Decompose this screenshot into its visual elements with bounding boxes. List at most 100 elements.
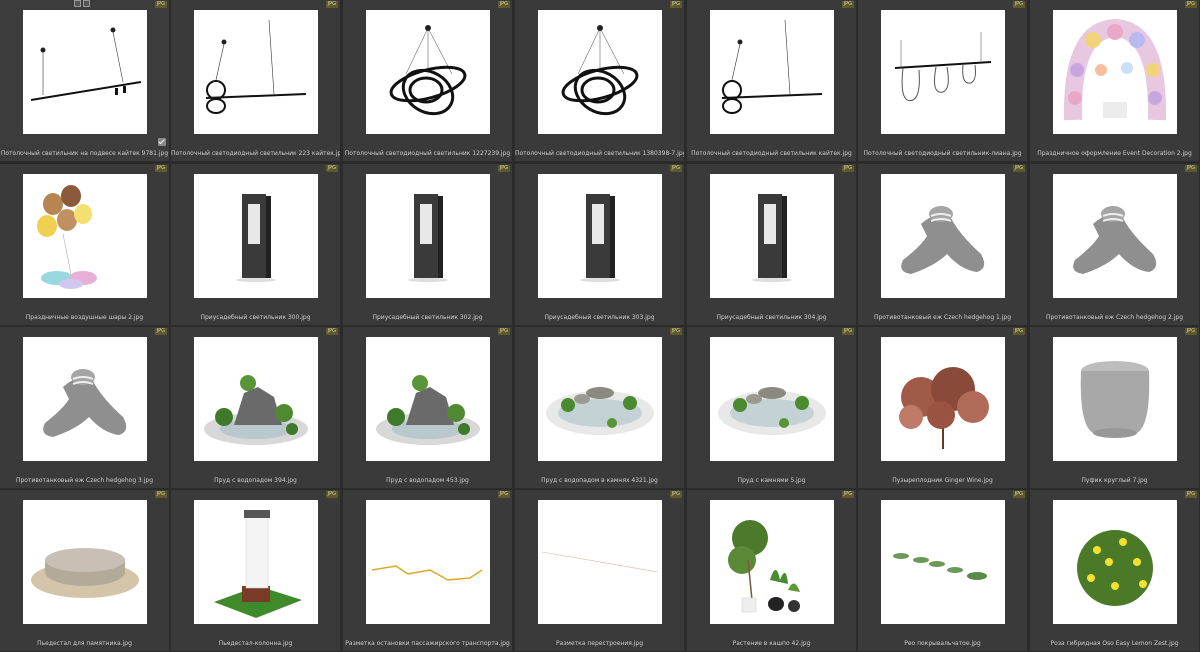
thumbnail-item[interactable]: JPG Приусадебный светильник 304.jpg — [687, 164, 856, 325]
bollard-lamp-icon — [580, 194, 620, 282]
thumbnail-image[interactable] — [881, 337, 1005, 461]
pond-waterfall-icon — [376, 375, 480, 445]
thumbnail-image[interactable] — [538, 10, 662, 134]
column-pedestal-icon — [214, 510, 302, 618]
thumbnail-image[interactable] — [538, 337, 662, 461]
file-name-label: Противотанковый еж Czech hedgehog 3.jpg — [15, 477, 154, 484]
file-name-label: Потолочный светодиодный светильник-лиана… — [863, 150, 1022, 157]
file-name-label: Противотанковый еж Czech hedgehog 1.jpg — [873, 314, 1012, 321]
thumbnail-item[interactable]: JPG Потолочный светодиодный светильник ка… — [687, 0, 856, 161]
file-type-badge: JPG — [154, 165, 167, 172]
thumbnail-item[interactable]: JPG Приусадебный светильник 300.jpg — [171, 164, 340, 325]
file-name-label: Праздничные воздушные шары 2.jpg — [25, 314, 144, 321]
file-name-label: Противотанковый еж Czech hedgehog 2.jpg — [1045, 314, 1184, 321]
file-type-badge: JPG — [1012, 491, 1025, 498]
file-type-badge: JPG — [154, 491, 167, 498]
bollard-lamp-icon — [752, 194, 792, 282]
thumbnail-item[interactable]: JPG Потолочный светодиодный светильник 12… — [343, 0, 512, 161]
file-name-label: Пуфик круглый 7.jpg — [1081, 477, 1148, 484]
file-type-badge: JPG — [841, 1, 854, 8]
line-marking-icon — [541, 551, 659, 573]
thumbnail-item[interactable]: JPG Приусадебный светильник 302.jpg — [343, 164, 512, 325]
thumbnail-item[interactable]: JPG Праздничные воздушные шары 2.jpg — [0, 164, 169, 325]
checkbox-icon[interactable] — [158, 138, 166, 146]
thumbnail-item[interactable]: JPG Пузыреплодник Ginger Wine.jpg — [858, 327, 1027, 488]
file-name-label: Потолочный светодиодный светильник 223 к… — [171, 150, 340, 157]
thumbnail-image[interactable] — [366, 174, 490, 298]
thumbnail-item[interactable]: JPG Пуфик круглый 7.jpg — [1030, 327, 1199, 488]
file-name-label: Потолочный светодиодный светильник 12272… — [344, 150, 511, 157]
thumbnail-image[interactable] — [23, 174, 147, 298]
item-toolbar — [74, 0, 90, 7]
thumbnail-image[interactable] — [366, 337, 490, 461]
file-name-label: Потолочный светильник на подвесе кайтек … — [0, 150, 169, 157]
thumbnail-image[interactable] — [1053, 174, 1177, 298]
thumbnail-item[interactable]: JPG Рео покрывальчатое.jpg — [858, 490, 1027, 651]
file-type-badge: JPG — [841, 328, 854, 335]
thumbnail-item[interactable]: JPG Противотанковый еж Czech hedgehog 1.j… — [858, 164, 1027, 325]
round-pouf-icon — [1080, 361, 1150, 438]
thumbnail-item[interactable]: JPG Пьедестал для памятника.jpg — [0, 490, 169, 651]
file-type-badge: JPG — [497, 491, 510, 498]
pendant-liana-lamp-icon — [894, 32, 992, 102]
thumbnail-item[interactable]: JPG Пруд с водопадом в камнях 4321.jpg — [515, 327, 684, 488]
thumbnail-item[interactable]: JPG Пруд с камнями 5.jpg — [687, 327, 856, 488]
thumbnail-item[interactable]: JPG Пруд с водопадом 394.jpg — [171, 327, 340, 488]
file-name-label: Пруд с водопадом 453.jpg — [386, 477, 469, 484]
thumbnail-item[interactable]: JPG Потолочный светодиодный светильник-ли… — [858, 0, 1027, 161]
thumbnail-image[interactable] — [710, 174, 834, 298]
thumbnail-image[interactable] — [366, 10, 490, 134]
file-type-badge: JPG — [1012, 1, 1025, 8]
thumbnail-image[interactable] — [1053, 10, 1177, 134]
file-name-label: Пруд с камнями 5.jpg — [737, 477, 806, 484]
thumbnail-image[interactable] — [23, 500, 147, 624]
thumbnail-image[interactable] — [538, 174, 662, 298]
thumbnail-image[interactable] — [881, 500, 1005, 624]
thumbnail-image[interactable] — [538, 500, 662, 624]
file-type-badge: JPG — [497, 328, 510, 335]
thumbnail-image[interactable] — [710, 500, 834, 624]
thumbnail-item[interactable]: JPG Противотанковый еж Czech hedgehog 3.j… — [0, 327, 169, 488]
potted-plants-icon — [728, 520, 800, 613]
file-type-badge: JPG — [497, 1, 510, 8]
thumbnail-image[interactable] — [366, 500, 490, 624]
thumbnail-image[interactable] — [194, 337, 318, 461]
thumbnail-item[interactable]: JPG Потолочный светодиодный светильник 22… — [171, 0, 340, 161]
thumbnail-image[interactable] — [881, 174, 1005, 298]
thumbnail-item[interactable]: JPG Праздничное оформление Event Decorati… — [1030, 0, 1199, 161]
shrub-icon — [899, 367, 989, 449]
thumbnail-item[interactable]: JPG Растение в кашпо 42.jpg — [687, 490, 856, 651]
thumbnail-item[interactable]: JPG Разметка перестроения.jpg — [515, 490, 684, 651]
file-name-label: Праздничное оформление Event Decoration … — [1037, 150, 1192, 157]
pendant-ring-lamp-icon — [721, 19, 823, 114]
concrete-tetrapod-icon — [901, 206, 985, 274]
thumbnail-image[interactable] — [23, 10, 147, 134]
thumbnail-item[interactable]: JPG Разметка остановки пассажирского тран… — [343, 490, 512, 651]
thumbnail-item[interactable]: JPG Приусадебный светильник 303.jpg — [515, 164, 684, 325]
thumbnail-image[interactable] — [194, 174, 318, 298]
thumbnail-item[interactable]: JPG Потолочный светодиодный светильник 13… — [515, 0, 684, 161]
thumbnail-image[interactable] — [1053, 500, 1177, 624]
thumbnail-image[interactable] — [710, 10, 834, 134]
thumbnail-item[interactable]: JPG Противотанковый еж Czech hedgehog 2.j… — [1030, 164, 1199, 325]
thumbnail-image[interactable] — [194, 10, 318, 134]
thumbnail-image[interactable] — [1053, 337, 1177, 461]
file-name-label: Рео покрывальчатое.jpg — [904, 640, 981, 647]
thumbnail-item[interactable]: JPG Роза гибридная Oso Easy Lemon Zest.jp… — [1030, 490, 1199, 651]
file-type-badge: JPG — [841, 491, 854, 498]
file-type-badge: JPG — [325, 165, 338, 172]
file-type-badge: JPG — [1012, 165, 1025, 172]
file-name-label: Пьедестал-колонна.jpg — [218, 640, 293, 647]
square-icon[interactable] — [74, 0, 81, 7]
pencil-icon[interactable] — [83, 0, 90, 7]
thumbnail-image[interactable] — [710, 337, 834, 461]
thumbnail-item[interactable]: JPG Пруд с водопадом 453.jpg — [343, 327, 512, 488]
thumbnail-image[interactable] — [23, 337, 147, 461]
thumbnail-image[interactable] — [881, 10, 1005, 134]
file-type-badge: JPG — [154, 328, 167, 335]
balloons-icon — [37, 185, 97, 289]
thumbnail-item[interactable]: JPG Пьедестал-колонна.jpg — [171, 490, 340, 651]
pond-waterfall-icon — [204, 375, 308, 445]
thumbnail-item[interactable]: JPG Потолочный светильник на подвесе кайт… — [0, 0, 169, 161]
thumbnail-image[interactable] — [194, 500, 318, 624]
